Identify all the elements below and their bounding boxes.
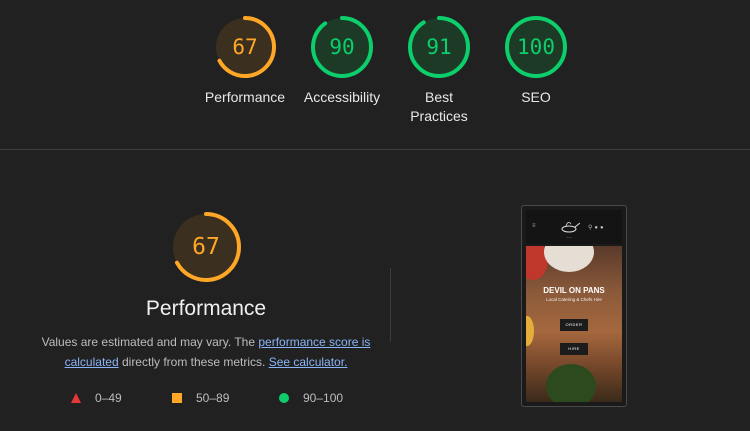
performance-big-gauge: 67 xyxy=(142,210,270,284)
site-header: ≡ —— ⚲●● xyxy=(526,210,622,244)
hamburger-icon: ≡ xyxy=(532,223,536,229)
gauge-ring: 67 xyxy=(212,14,278,80)
desc-text: directly from these metrics. xyxy=(118,355,269,369)
gauge-score: 91 xyxy=(426,35,452,59)
desc-text: Values are estimated and may vary. The xyxy=(41,335,259,349)
vertical-divider xyxy=(390,268,391,342)
plate-shape xyxy=(544,246,594,272)
performance-title: Performance xyxy=(145,297,267,320)
gauge-score: 90 xyxy=(329,35,355,59)
gauge-label: Performance xyxy=(204,89,286,105)
legend-range: 50–89 xyxy=(196,391,230,405)
hero-title: DEVIL ON PANS xyxy=(543,286,605,295)
gauge-label: SEO xyxy=(521,89,551,105)
gauge-accessibility[interactable]: 90 Accessibility xyxy=(292,14,392,107)
gauge-label: Best Practices xyxy=(410,89,468,124)
category-gauges: 67 Performance 90 Accessibility 91 Best … xyxy=(0,14,750,134)
gauge-score: 67 xyxy=(232,35,258,59)
triangle-icon xyxy=(71,393,81,403)
hero-subtitle: Local Catering & Chefs Hire xyxy=(546,297,602,302)
header-icons: ⚲●● xyxy=(588,224,606,231)
gauge-seo[interactable]: 100 SEO xyxy=(486,14,586,107)
hero-image: DEVIL ON PANS Local Catering & Chefs Hir… xyxy=(526,246,622,402)
cart-icon: ● xyxy=(600,225,606,231)
site-logo-text-icon: —— xyxy=(566,235,572,239)
section-divider xyxy=(0,149,750,150)
hire-button: HIRE xyxy=(560,343,588,355)
score-legend: 0–49 50–89 90–100 xyxy=(0,390,420,408)
performance-score: 67 xyxy=(192,234,220,260)
legend-range: 0–49 xyxy=(95,391,122,405)
gauge-ring: 90 xyxy=(309,14,375,80)
site-logo-icon xyxy=(561,222,580,233)
gauge-ring: 100 xyxy=(503,14,569,80)
legend-range: 90–100 xyxy=(303,391,344,405)
spinach-shape xyxy=(546,364,596,402)
gauge-best-practices[interactable]: 91 Best Practices xyxy=(389,14,489,126)
performance-description: Values are estimated and may vary. The p… xyxy=(40,332,372,372)
circle-icon xyxy=(279,393,289,403)
order-button: ORDER xyxy=(560,319,588,331)
gauge-performance[interactable]: 67 Performance xyxy=(195,14,295,107)
gauge-label: Accessibility xyxy=(303,89,381,105)
pepper-shape xyxy=(526,316,534,346)
gauge-ring: 91 xyxy=(406,14,472,80)
gauge-ring: 67 xyxy=(169,210,243,284)
square-icon xyxy=(172,393,182,403)
final-screenshot: ≡ —— ⚲●● DEVIL ON PANS Local Catering & … xyxy=(521,205,627,407)
calculator-link[interactable]: See calculator. xyxy=(269,355,348,369)
gauge-score: 100 xyxy=(517,35,555,59)
